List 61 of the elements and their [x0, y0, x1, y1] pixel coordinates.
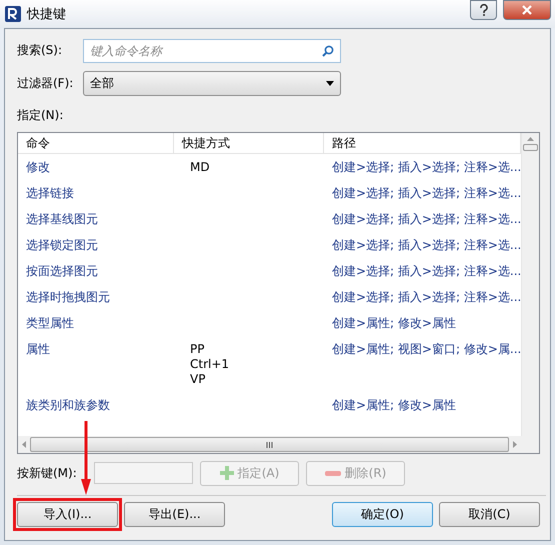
new-key-label: 按新键(M):	[17, 464, 78, 482]
dialog-button[interactable]: 导出(E)...	[124, 502, 225, 527]
assignments-label: 指定(N):	[17, 107, 64, 124]
command-cell-text: 类型属性	[25, 316, 75, 331]
dialog-button[interactable]: 取消(C)	[439, 502, 540, 527]
scroll-right-icon	[513, 441, 517, 448]
path-cell-text: 创建>选择; 插入>选择; 注释>选...	[331, 160, 521, 175]
table-row[interactable]: 选择基线图元 创建>选择; 插入>选择; 注释>选...	[18, 206, 521, 232]
horizontal-scrollbar[interactable]	[18, 436, 521, 453]
search-icon	[322, 44, 334, 56]
table-row[interactable]: 选择链接 创建>选择; 插入>选择; 注释>选...	[18, 180, 521, 206]
path-cell-text: 创建>选择; 插入>选择; 注释>选...	[331, 264, 521, 279]
window-title: 快捷键	[27, 6, 67, 23]
path-cell-text: 创建>选择; 插入>选择; 注释>选...	[331, 212, 521, 227]
table-row[interactable]: 选择时拖拽图元 创建>选择; 插入>选择; 注释>选...	[18, 284, 521, 310]
scroll-thumb[interactable]	[523, 144, 538, 151]
search-label: 搜索(S):	[17, 42, 64, 59]
dialog-button[interactable]: 导入(I)...	[17, 502, 118, 527]
command-cell-text: 选择锁定图元	[25, 238, 99, 253]
column-header[interactable]: 快捷方式	[174, 133, 324, 154]
grip-icon	[266, 442, 273, 448]
path-cell-text: 创建>选择; 插入>选择; 注释>选...	[331, 290, 521, 305]
close-icon	[522, 5, 532, 15]
shortcut-cell-text: VP	[189, 372, 206, 387]
search-field[interactable]: 键入命令名称	[83, 38, 341, 62]
command-cell-text: 修改	[25, 160, 51, 175]
help-icon	[478, 4, 488, 16]
path-cell-text: 创建>选择; 插入>选择; 注释>选...	[331, 186, 521, 201]
dialog-button[interactable]: 确定(O)	[332, 502, 433, 527]
table-row[interactable]: 按面选择图元 创建>选择; 插入>选择; 注释>选...	[18, 258, 521, 284]
shortcut-cell-text: MD	[189, 160, 211, 175]
table-row[interactable]: 族类别和族参数 创建>属性; 修改>属性	[18, 392, 521, 418]
column-header[interactable]: 命令	[18, 133, 174, 154]
dropdown-caret-icon	[326, 81, 334, 86]
table-row[interactable]: 属性 PP Ctrl+1 VP 创建>属性; 视图>窗口; 修改>属...	[18, 336, 521, 392]
filter-dropdown[interactable]: 全部	[83, 71, 341, 96]
table-row[interactable]: 修改 MD 创建>选择; 插入>选择; 注释>选...	[18, 154, 521, 180]
scroll-up-icon	[527, 137, 534, 141]
plus-icon	[220, 466, 234, 480]
scroll-thumb[interactable]	[30, 437, 509, 452]
path-cell-text: 创建>属性; 修改>属性	[331, 316, 457, 331]
filter-label: 过滤器(F):	[17, 75, 74, 92]
command-cell-text: 选择链接	[25, 186, 75, 201]
close-button[interactable]	[503, 0, 551, 20]
shortcut-cell-text: PP	[189, 342, 206, 357]
scroll-left-icon	[22, 441, 26, 448]
path-cell-text: 创建>属性; 修改>属性	[331, 398, 457, 413]
table-row[interactable]: 选择锁定图元 创建>选择; 插入>选择; 注释>选...	[18, 232, 521, 258]
vertical-scrollbar[interactable]	[521, 133, 539, 436]
path-cell-text: 创建>属性; 视图>窗口; 修改>属...	[331, 342, 521, 358]
help-button[interactable]	[470, 0, 497, 20]
command-cell-text: 按面选择图元	[25, 264, 99, 279]
path-cell-text: 创建>选择; 插入>选择; 注释>选...	[331, 238, 521, 253]
command-cell-text: 族类别和族参数	[25, 398, 111, 413]
table-row[interactable]: 类型属性 创建>属性; 修改>属性	[18, 310, 521, 336]
shortcut-cell-text: Ctrl+1	[189, 357, 230, 372]
command-cell-text: 选择时拖拽图元	[25, 290, 111, 305]
app-logo-icon	[5, 6, 21, 22]
minus-icon	[324, 470, 341, 476]
command-cell-text: 属性	[25, 342, 51, 358]
command-cell-text: 选择基线图元	[25, 212, 99, 227]
